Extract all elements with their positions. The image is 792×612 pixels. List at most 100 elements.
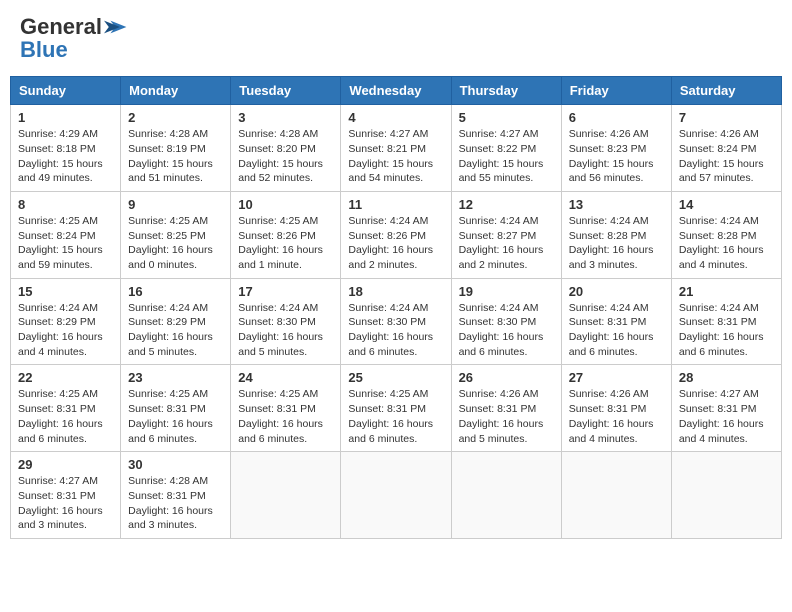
cell-info: Sunrise: 4:26 AMSunset: 8:31 PMDaylight:… [459, 387, 554, 446]
week-row-5: 29 Sunrise: 4:27 AMSunset: 8:31 PMDayligh… [11, 452, 782, 539]
week-row-2: 8Sunrise: 4:25 AMSunset: 8:24 PMDaylight… [11, 191, 782, 278]
cell-info: Sunrise: 4:25 AMSunset: 8:24 PMDaylight:… [18, 214, 113, 273]
cell-info: Sunrise: 4:26 AMSunset: 8:23 PMDaylight:… [569, 127, 664, 186]
col-header-sunday: Sunday [11, 77, 121, 105]
day-number: 2 [128, 110, 223, 125]
cell-info: Sunrise: 4:25 AMSunset: 8:31 PMDaylight:… [18, 387, 113, 446]
cell-info: Sunrise: 4:24 AMSunset: 8:30 PMDaylight:… [238, 301, 333, 360]
logo-text: General [20, 15, 102, 39]
day-number: 20 [569, 284, 664, 299]
calendar-cell: 21 Sunrise: 4:24 AMSunset: 8:31 PMDayligh… [671, 278, 781, 365]
calendar-cell: 20 Sunrise: 4:24 AMSunset: 8:31 PMDayligh… [561, 278, 671, 365]
cell-info: Sunrise: 4:24 AMSunset: 8:28 PMDaylight:… [569, 214, 664, 273]
calendar-cell: 15Sunrise: 4:24 AMSunset: 8:29 PMDayligh… [11, 278, 121, 365]
calendar: SundayMondayTuesdayWednesdayThursdayFrid… [10, 76, 782, 539]
cell-info: Sunrise: 4:24 AMSunset: 8:31 PMDaylight:… [569, 301, 664, 360]
calendar-cell: 4Sunrise: 4:27 AMSunset: 8:21 PMDaylight… [341, 105, 451, 192]
calendar-cell: 30 Sunrise: 4:28 AMSunset: 8:31 PMDayligh… [121, 452, 231, 539]
logo-icon [104, 15, 128, 39]
col-header-tuesday: Tuesday [231, 77, 341, 105]
day-number: 14 [679, 197, 774, 212]
day-number: 6 [569, 110, 664, 125]
cell-info: Sunrise: 4:27 AMSunset: 8:21 PMDaylight:… [348, 127, 443, 186]
cell-info: Sunrise: 4:26 AMSunset: 8:24 PMDaylight:… [679, 127, 774, 186]
col-header-friday: Friday [561, 77, 671, 105]
calendar-cell: 2 Sunrise: 4:28 AMSunset: 8:19 PMDaylight… [121, 105, 231, 192]
day-number: 23 [128, 370, 223, 385]
calendar-cell: 3 Sunrise: 4:28 AMSunset: 8:20 PMDaylight… [231, 105, 341, 192]
day-number: 21 [679, 284, 774, 299]
calendar-cell [451, 452, 561, 539]
day-number: 3 [238, 110, 333, 125]
day-number: 29 [18, 457, 113, 472]
calendar-cell [341, 452, 451, 539]
cell-info: Sunrise: 4:24 AMSunset: 8:29 PMDaylight:… [128, 301, 223, 360]
calendar-cell: 11 Sunrise: 4:24 AMSunset: 8:26 PMDayligh… [341, 191, 451, 278]
calendar-cell: 24 Sunrise: 4:25 AMSunset: 8:31 PMDayligh… [231, 365, 341, 452]
cell-info: Sunrise: 4:25 AMSunset: 8:25 PMDaylight:… [128, 214, 223, 273]
cell-info: Sunrise: 4:24 AMSunset: 8:28 PMDaylight:… [679, 214, 774, 273]
calendar-cell: 1Sunrise: 4:29 AMSunset: 8:18 PMDaylight… [11, 105, 121, 192]
day-number: 19 [459, 284, 554, 299]
calendar-cell: 8Sunrise: 4:25 AMSunset: 8:24 PMDaylight… [11, 191, 121, 278]
day-number: 24 [238, 370, 333, 385]
day-number: 1 [18, 110, 113, 125]
calendar-cell: 23 Sunrise: 4:25 AMSunset: 8:31 PMDayligh… [121, 365, 231, 452]
calendar-cell: 5Sunrise: 4:27 AMSunset: 8:22 PMDaylight… [451, 105, 561, 192]
logo-blue: Blue [20, 37, 128, 63]
calendar-cell: 7 Sunrise: 4:26 AMSunset: 8:24 PMDaylight… [671, 105, 781, 192]
col-header-thursday: Thursday [451, 77, 561, 105]
calendar-cell: 13 Sunrise: 4:24 AMSunset: 8:28 PMDayligh… [561, 191, 671, 278]
day-number: 7 [679, 110, 774, 125]
cell-info: Sunrise: 4:27 AMSunset: 8:31 PMDaylight:… [18, 474, 113, 533]
header: General Blue [10, 10, 782, 68]
calendar-cell [671, 452, 781, 539]
cell-info: Sunrise: 4:27 AMSunset: 8:22 PMDaylight:… [459, 127, 554, 186]
day-number: 25 [348, 370, 443, 385]
cell-info: Sunrise: 4:24 AMSunset: 8:30 PMDaylight:… [348, 301, 443, 360]
day-number: 22 [18, 370, 113, 385]
day-number: 27 [569, 370, 664, 385]
day-number: 11 [348, 197, 443, 212]
calendar-cell: 28 Sunrise: 4:27 AMSunset: 8:31 PMDayligh… [671, 365, 781, 452]
calendar-cell: 26Sunrise: 4:26 AMSunset: 8:31 PMDayligh… [451, 365, 561, 452]
cell-info: Sunrise: 4:24 AMSunset: 8:29 PMDaylight:… [18, 301, 113, 360]
calendar-cell: 18 Sunrise: 4:24 AMSunset: 8:30 PMDayligh… [341, 278, 451, 365]
cell-info: Sunrise: 4:24 AMSunset: 8:26 PMDaylight:… [348, 214, 443, 273]
calendar-cell [231, 452, 341, 539]
calendar-cell: 25 Sunrise: 4:25 AMSunset: 8:31 PMDayligh… [341, 365, 451, 452]
day-number: 10 [238, 197, 333, 212]
cell-info: Sunrise: 4:25 AMSunset: 8:31 PMDaylight:… [348, 387, 443, 446]
calendar-cell: 19 Sunrise: 4:24 AMSunset: 8:30 PMDayligh… [451, 278, 561, 365]
cell-info: Sunrise: 4:25 AMSunset: 8:31 PMDaylight:… [128, 387, 223, 446]
cell-info: Sunrise: 4:26 AMSunset: 8:31 PMDaylight:… [569, 387, 664, 446]
calendar-cell: 22 Sunrise: 4:25 AMSunset: 8:31 PMDayligh… [11, 365, 121, 452]
calendar-cell: 9 Sunrise: 4:25 AMSunset: 8:25 PMDaylight… [121, 191, 231, 278]
cell-info: Sunrise: 4:25 AMSunset: 8:31 PMDaylight:… [238, 387, 333, 446]
day-number: 12 [459, 197, 554, 212]
col-header-saturday: Saturday [671, 77, 781, 105]
week-row-1: 1Sunrise: 4:29 AMSunset: 8:18 PMDaylight… [11, 105, 782, 192]
day-number: 28 [679, 370, 774, 385]
day-number: 13 [569, 197, 664, 212]
calendar-header-row: SundayMondayTuesdayWednesdayThursdayFrid… [11, 77, 782, 105]
calendar-cell: 16Sunrise: 4:24 AMSunset: 8:29 PMDayligh… [121, 278, 231, 365]
calendar-cell: 10 Sunrise: 4:25 AMSunset: 8:26 PMDayligh… [231, 191, 341, 278]
col-header-monday: Monday [121, 77, 231, 105]
cell-info: Sunrise: 4:24 AMSunset: 8:30 PMDaylight:… [459, 301, 554, 360]
day-number: 30 [128, 457, 223, 472]
cell-info: Sunrise: 4:28 AMSunset: 8:20 PMDaylight:… [238, 127, 333, 186]
cell-info: Sunrise: 4:28 AMSunset: 8:19 PMDaylight:… [128, 127, 223, 186]
calendar-cell: 17Sunrise: 4:24 AMSunset: 8:30 PMDayligh… [231, 278, 341, 365]
cell-info: Sunrise: 4:24 AMSunset: 8:31 PMDaylight:… [679, 301, 774, 360]
calendar-cell: 14 Sunrise: 4:24 AMSunset: 8:28 PMDayligh… [671, 191, 781, 278]
logo: General Blue [20, 15, 128, 63]
cell-info: Sunrise: 4:27 AMSunset: 8:31 PMDaylight:… [679, 387, 774, 446]
day-number: 18 [348, 284, 443, 299]
day-number: 9 [128, 197, 223, 212]
calendar-cell: 12Sunrise: 4:24 AMSunset: 8:27 PMDayligh… [451, 191, 561, 278]
col-header-wednesday: Wednesday [341, 77, 451, 105]
cell-info: Sunrise: 4:25 AMSunset: 8:26 PMDaylight:… [238, 214, 333, 273]
cell-info: Sunrise: 4:28 AMSunset: 8:31 PMDaylight:… [128, 474, 223, 533]
calendar-cell: 29 Sunrise: 4:27 AMSunset: 8:31 PMDayligh… [11, 452, 121, 539]
